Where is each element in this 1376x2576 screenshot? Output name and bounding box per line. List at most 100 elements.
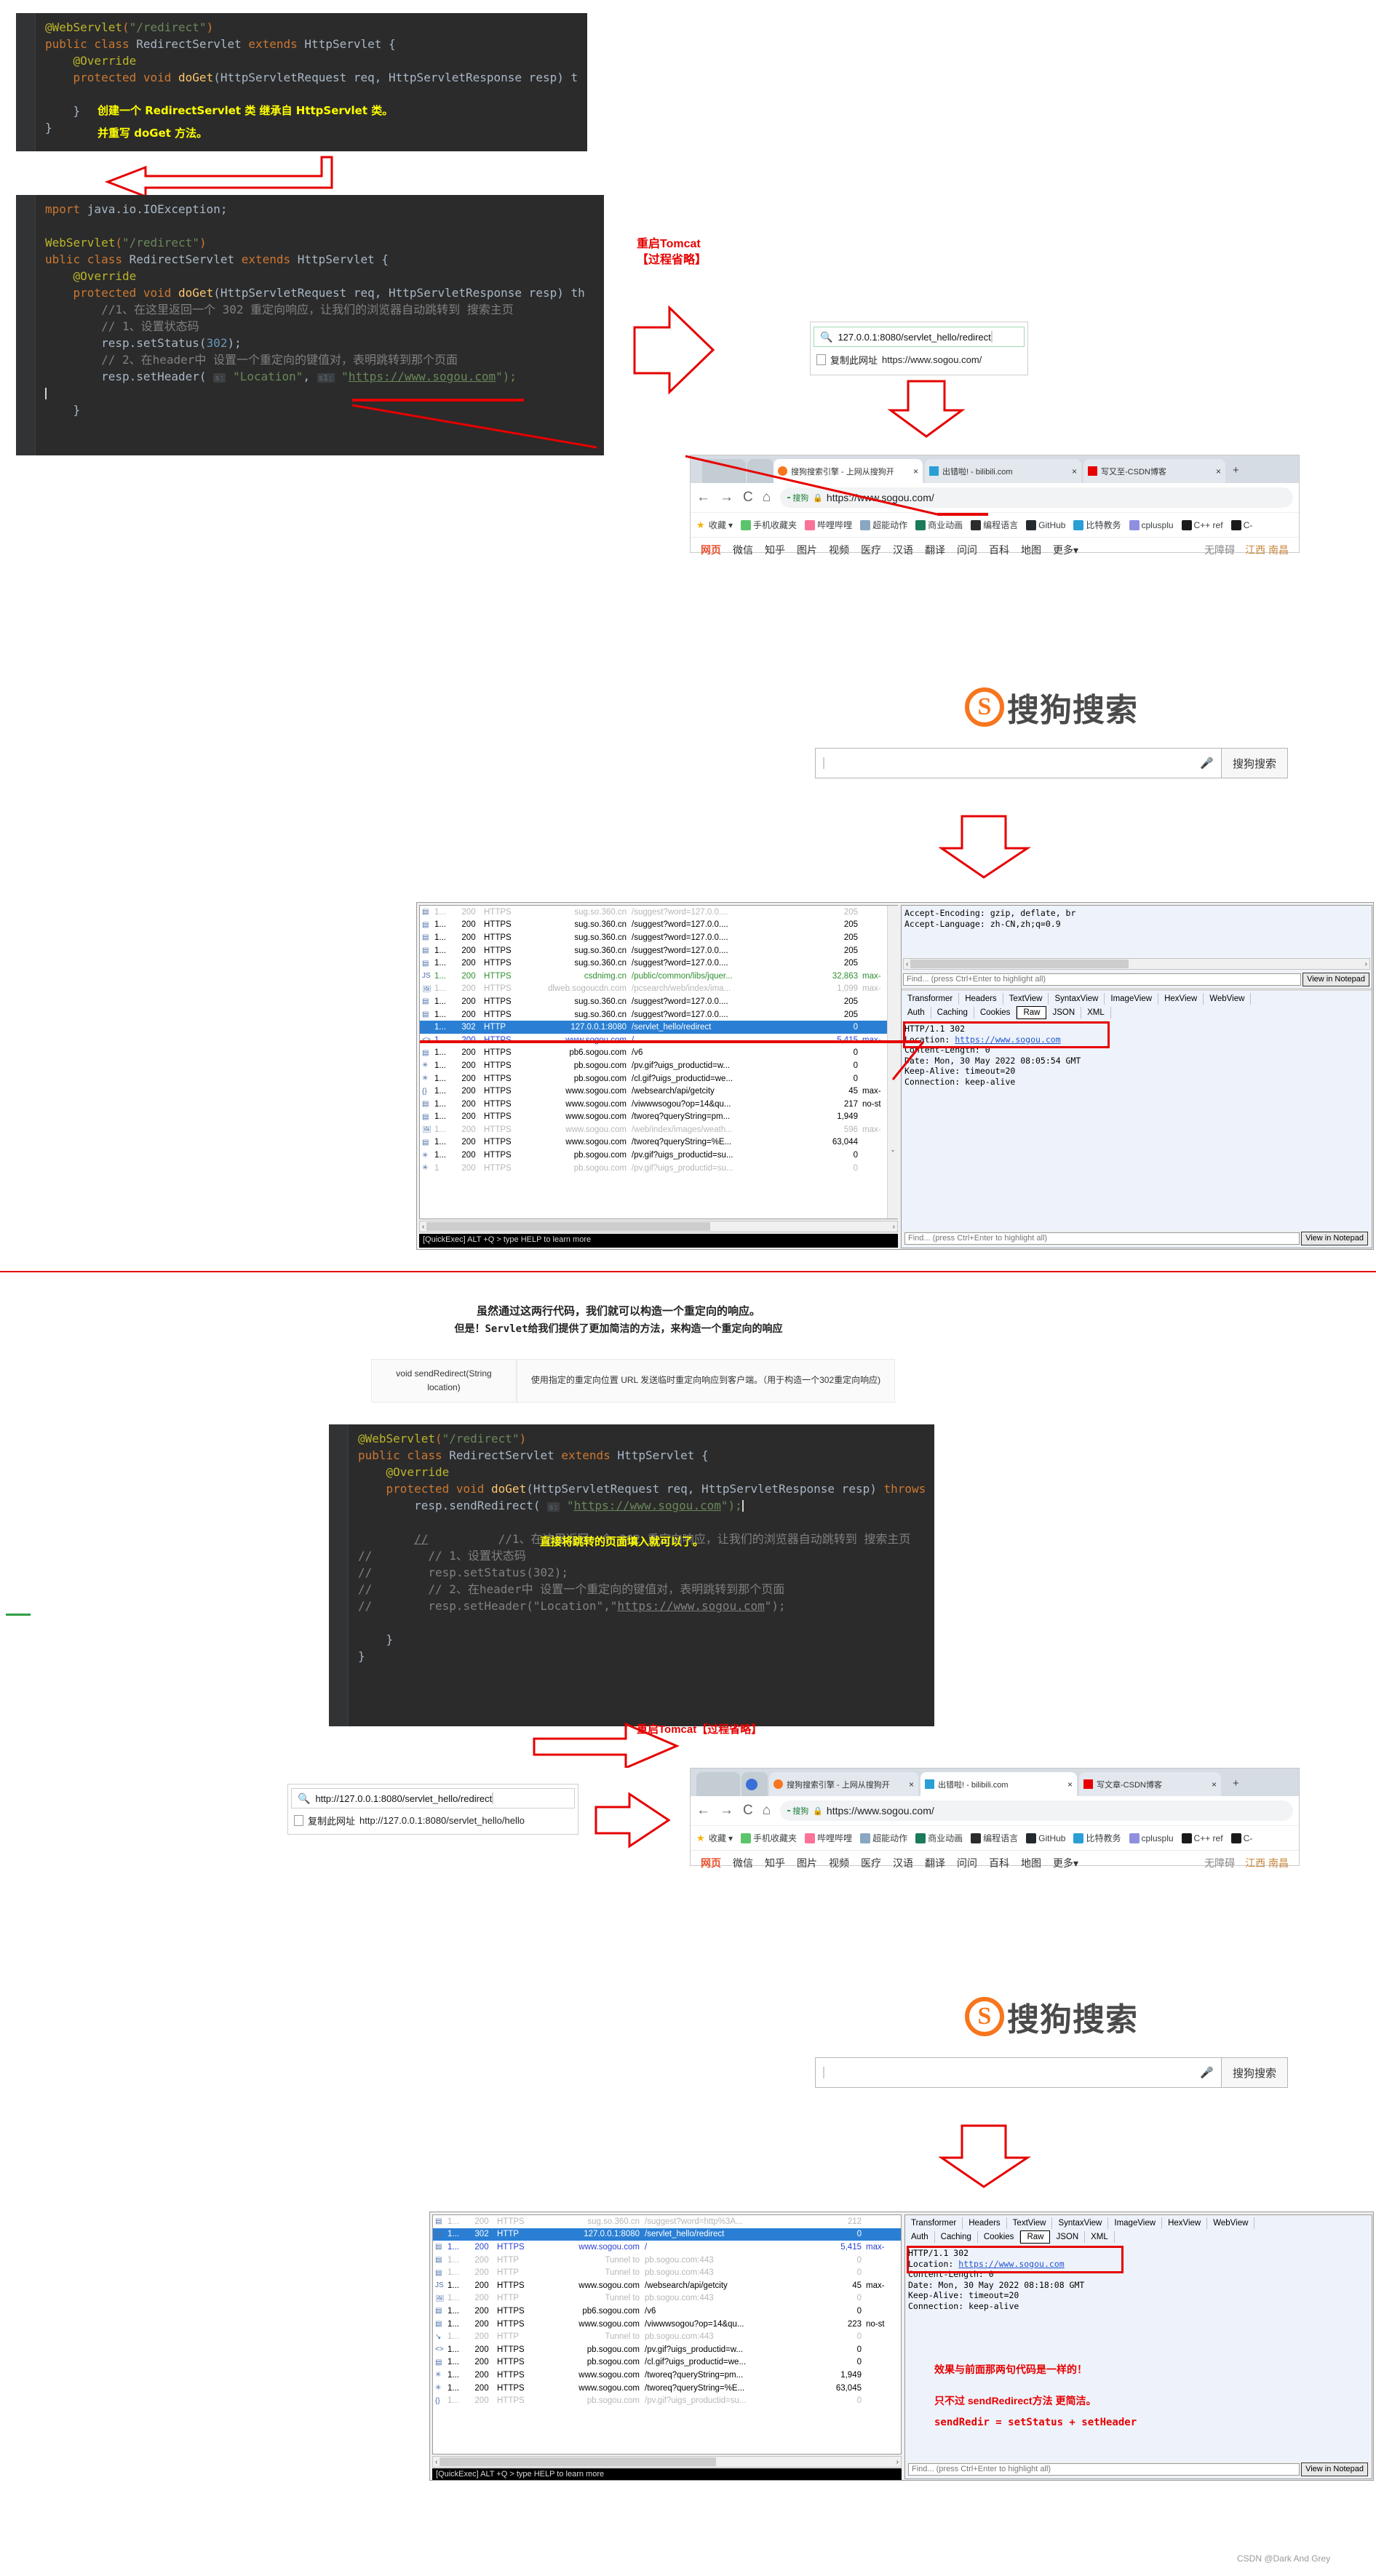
session-row[interactable]: ▤ 1... 200 HTTPS www.sogou.com/viwwwsogou?op… (433, 2318, 901, 2331)
view-in-notepad-response-2[interactable]: View in Notepad (1301, 2462, 1368, 2476)
session-row[interactable]: ▤ 1... 200 HTTPS sug.so.360.cn/suggest?word=… (420, 944, 897, 957)
inspector-tab-xml[interactable]: XML (1081, 1007, 1111, 1018)
session-row[interactable]: ▤ 1... 200 HTTPS sug.so.360.cn/suggest?word=… (420, 995, 897, 1008)
chevron-down-icon[interactable]: ▾ (728, 1833, 733, 1843)
browser-tab2-sogou[interactable]: 搜狗搜索引擎 - 上网从搜狗开 × (769, 1772, 918, 1796)
session-row[interactable]: ▤ 1... 200 HTTP Tunnel to pb.sogou.com:443 0 (433, 2266, 901, 2279)
find-input-response-2[interactable]: Find... (press Ctrl+Enter to highlight a… (908, 2463, 1300, 2476)
sogou-nav-right-item[interactable]: 江西 南昌 (1245, 543, 1289, 557)
bookmark-item[interactable]: 手机收藏夹 (741, 1832, 797, 1844)
session-row[interactable]: ▤ 1... 200 HTTPS sug.so.360.cn/suggest?word=… (433, 2215, 901, 2228)
sogou-nav-item[interactable]: 地图 (1021, 1856, 1041, 1870)
bookmark-item[interactable]: ★ 收藏 ▾ (696, 1832, 733, 1844)
inspector-tab-syntaxview[interactable]: SyntaxView (1049, 993, 1105, 1005)
session-row[interactable]: ▤ 1... 200 HTTPS sug.so.360.cn/suggest?word=… (420, 957, 897, 970)
bookmark-item[interactable]: C++ ref (1181, 1833, 1223, 1843)
back-icon[interactable]: ← (696, 1803, 710, 1819)
bookmark-item[interactable]: 编程语言 (971, 1832, 1018, 1844)
sogou-nav-right-item[interactable]: 江西 南昌 (1245, 1856, 1289, 1870)
view-in-notepad-request-1[interactable]: View in Notepad (1303, 972, 1369, 986)
bookmark-item[interactable]: C- (1230, 1833, 1252, 1843)
session-row[interactable]: ▤ 1... 200 HTTPS pb.sogou.com/cl.gif?uigs_pr… (433, 2356, 901, 2369)
inspector-tab-json[interactable]: JSON (1050, 2231, 1086, 2243)
inspector-tab-json[interactable]: JSON (1046, 1007, 1082, 1018)
bookmark-item[interactable]: 哔哩哔哩 (805, 1832, 852, 1844)
session-row[interactable]: ▤ 1... 200 HTTPS pb6.sogou.com/v6 0 (420, 1047, 897, 1060)
inspector-tab-raw[interactable]: Raw (1020, 2230, 1051, 2244)
url-input-1[interactable]: 🔍 127.0.0.1:8080/servlet_hello/redirect (814, 327, 1025, 347)
session-row[interactable]: <> 1... 200 HTTPS pb.sogou.com/pv.gif?uigs_p… (433, 2343, 901, 2356)
inspector-tabs-row1-2[interactable]: Transformer Headers TextView SyntaxView Imag… (905, 2217, 1372, 2229)
inspector-tabs-row1-1[interactable]: Transformer Headers TextView SyntaxView Imag… (902, 993, 1372, 1005)
inspector-tab-cookies[interactable]: Cookies (974, 1007, 1017, 1018)
inspector-tab-hexview[interactable]: HexView (1162, 2217, 1208, 2229)
sogou-nav-item[interactable]: 网页 (701, 1856, 721, 1870)
close-icon[interactable]: × (1212, 1779, 1217, 1790)
inspector-tab-cookies[interactable]: Cookies (978, 2231, 1021, 2243)
session-row[interactable]: ▤ 1... 200 HTTPS www.sogou.com/tworeq?queryS… (420, 1136, 897, 1149)
bookmark-item[interactable]: GitHub (1026, 1833, 1065, 1843)
browser-tab2-csdn[interactable]: 写文章-CSDN博客 × (1079, 1772, 1221, 1796)
bookmark-item[interactable]: 超能动作 (860, 1832, 907, 1844)
sogou-nav-item[interactable]: 微信 (733, 543, 753, 557)
inspector-tab-raw[interactable]: Raw (1017, 1006, 1047, 1019)
sogou-nav-right-item[interactable]: 无障碍 (1204, 1856, 1235, 1870)
reload-icon[interactable]: C (743, 1803, 753, 1819)
fiddler-session-list-2[interactable]: ▤ 1... 200 HTTPS sug.so.360.cn/suggest?word=… (432, 2214, 902, 2455)
sogou-nav-item[interactable]: 更多▾ (1053, 1856, 1078, 1870)
url-suggestion-2[interactable]: 复制此网址 http://127.0.0.1:8080/servlet_hell… (288, 1814, 578, 1827)
request-hscroll-1[interactable]: ‹ › (903, 958, 1370, 970)
inspector-tab-syntaxview[interactable]: SyntaxView (1052, 2217, 1109, 2229)
session-row[interactable]: 🖼 1... 200 HTTPS www.sogou.com/web/index/ima… (420, 1123, 897, 1136)
sogou-nav-item[interactable]: 图片 (797, 543, 817, 557)
sogou-nav-item[interactable]: 医疗 (861, 543, 881, 557)
forward-icon[interactable]: → (720, 1803, 733, 1819)
microphone-icon[interactable]: 🎤 (1200, 2066, 1214, 2079)
session-row[interactable]: ✳ 1 200 HTTPS pb.sogou.com/pv.gif?uigs_produ… (420, 1162, 897, 1175)
inspector-tab-auth[interactable]: Auth (905, 2231, 935, 2243)
inspector-tab-hexview[interactable]: HexView (1158, 993, 1204, 1005)
bookmark-item[interactable]: GitHub (1026, 519, 1065, 530)
sogou-nav-item[interactable]: 问问 (957, 1856, 977, 1870)
find-input-request-1[interactable]: Find... (press Ctrl+Enter to highlight a… (903, 973, 1302, 986)
session-row[interactable]: JS 1... 200 HTTPS www.sogou.com/websearch/ap… (433, 2279, 901, 2292)
close-icon[interactable]: × (1072, 466, 1077, 476)
session-row[interactable]: ▤ 1... 200 HTTPS sug.so.360.cn/suggest?word=… (420, 931, 897, 944)
browser-tab2-0[interactable] (696, 1772, 740, 1796)
session-row[interactable]: ▤ 1... 302 HTTP 127.0.0.1:8080/servlet_hello… (433, 2228, 901, 2241)
browser-tab2-bilibili[interactable]: 出错啦! - bilibili.com × (920, 1772, 1077, 1796)
sogou-nav-item[interactable]: 视频 (829, 1856, 849, 1870)
session-row[interactable]: 🖼 1... 200 HTTPS dlweb.sogoucdn.com/pcsearch… (420, 983, 897, 996)
inspector-tab-headers[interactable]: Headers (959, 993, 1003, 1005)
sogou-nav-item[interactable]: 视频 (829, 543, 849, 557)
sogou-nav-item[interactable]: 汉语 (893, 1856, 913, 1870)
sogou-nav-item[interactable]: 更多▾ (1053, 543, 1078, 557)
session-row[interactable]: {} 1... 200 HTTPS pb.sogou.com/pv.gif?uigs_p… (433, 2394, 901, 2407)
new-tab-button[interactable]: + (1233, 464, 1239, 476)
session-row[interactable]: ▤ 1... 200 HTTPS www.sogou.com/viwwwsogou?op… (420, 1098, 897, 1111)
new-tab-button-2[interactable]: + (1233, 1777, 1239, 1790)
session-row[interactable]: ▤ 1... 200 HTTP Tunnel to pb.sogou.com:443 0 (433, 2254, 901, 2267)
inspector-tab-imageview[interactable]: ImageView (1108, 2217, 1163, 2229)
session-row[interactable]: ↘ 1... 200 HTTP Tunnel to pb.sogou.com:443 0 (433, 2330, 901, 2343)
sogou-nav-item[interactable]: 图片 (797, 1856, 817, 1870)
url-input-2[interactable]: 🔍 http://127.0.0.1:8080/servlet_hello/re… (291, 1788, 575, 1809)
sogou-nav-item[interactable]: 地图 (1021, 543, 1041, 557)
inspector-tab-transformer[interactable]: Transformer (905, 2217, 963, 2229)
bookmark-item[interactable]: 比特教务 (1073, 519, 1121, 531)
session-row[interactable]: ▤ 1... 200 HTTPS sug.so.360.cn/suggest?word=… (420, 919, 897, 932)
inspector-tab-headers[interactable]: Headers (963, 2217, 1007, 2229)
bookmark-item[interactable]: cplusplu (1129, 519, 1174, 530)
session-row[interactable]: 🖼 1... 200 HTTP Tunnel to pb.sogou.com:443 0 (433, 2292, 901, 2305)
session-row[interactable]: {} 1... 200 HTTPS www.sogou.com/websearch/ap… (420, 1085, 897, 1098)
quickexec-bar-1[interactable]: [QuickExec] ALT +Q > type HELP to learn … (419, 1234, 898, 1248)
inspector-tab-imageview[interactable]: ImageView (1105, 993, 1159, 1005)
home-icon[interactable]: ⌂ (763, 1803, 771, 1819)
quickexec-bar-2[interactable]: [QuickExec] ALT +Q > type HELP to learn … (432, 2468, 902, 2480)
session-row[interactable]: ▤ 1... 200 HTTPS www.sogou.com/tworeq?queryS… (420, 1111, 897, 1124)
session-row[interactable]: JS 1... 200 HTTPS csdnimg.cn/public/common/l… (420, 970, 897, 983)
inspector-tabs-row2-2[interactable]: Auth Caching Cookies Raw JSON XML (905, 2230, 1372, 2244)
sogou-nav-item[interactable]: 微信 (733, 1856, 753, 1870)
inspector-tab-caching[interactable]: Caching (931, 1007, 974, 1018)
inspector-tab-auth[interactable]: Auth (902, 1007, 931, 1018)
